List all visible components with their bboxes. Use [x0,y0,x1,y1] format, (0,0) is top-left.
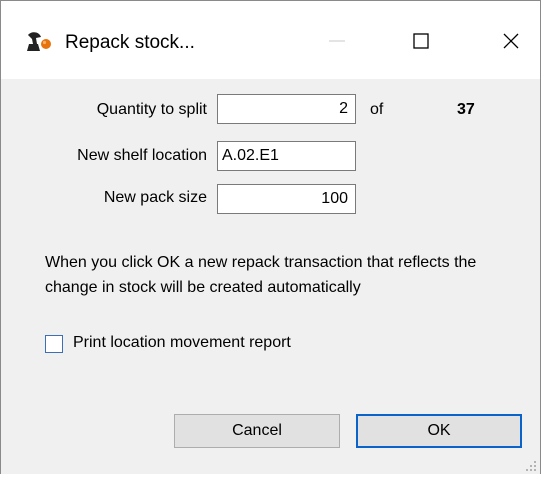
ok-button[interactable]: OK [356,414,522,448]
info-text: When you click OK a new repack transacti… [45,254,477,296]
repack-stock-dialog: Repack stock... Quantity to split 2 of 3… [0,0,541,474]
minimize-button[interactable] [313,23,361,63]
pack-size-input[interactable] [217,184,356,214]
cancel-button[interactable]: Cancel [174,414,340,448]
shelf-location-label: New shelf location [77,147,207,164]
dialog-content: Quantity to split of 37 New shelf locati… [1,79,540,474]
minimize-icon [327,31,347,56]
quantity-label: Quantity to split [96,101,207,118]
quantity-input[interactable] [217,94,356,124]
mushroom-app-icon [25,31,57,55]
maximize-icon [411,31,431,56]
close-icon [501,31,521,56]
maximize-button[interactable] [397,23,445,63]
print-report-checkbox[interactable] [45,335,63,353]
close-button[interactable] [487,23,535,63]
of-label: of [370,101,384,118]
title-bar[interactable]: Repack stock... [1,1,540,79]
shelf-location-input[interactable] [217,141,356,171]
total-quantity: 37 [457,101,475,118]
pack-size-label: New pack size [103,189,207,206]
resize-grip-icon[interactable] [525,459,537,471]
window-title: Repack stock... [65,32,195,53]
print-report-label[interactable]: Print location movement report [73,334,291,352]
